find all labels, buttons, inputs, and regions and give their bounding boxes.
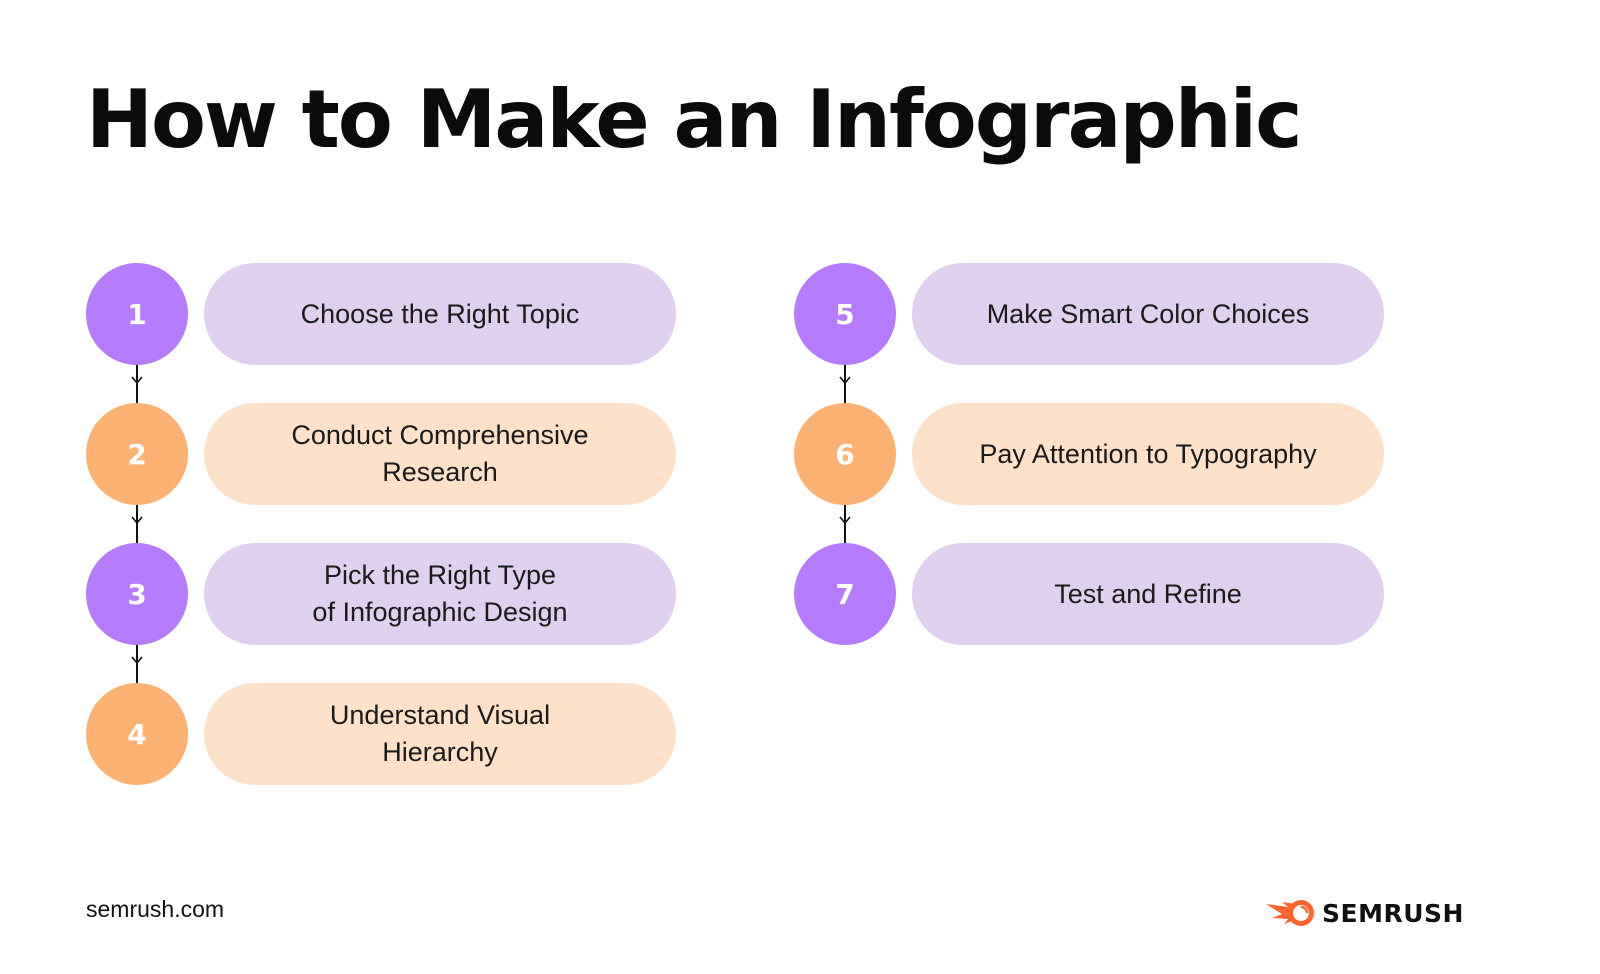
step-number-circle: 6 bbox=[794, 403, 896, 505]
arrow-down-icon bbox=[131, 516, 143, 525]
step-label-pill: Make Smart Color Choices bbox=[912, 263, 1384, 365]
footer-url: semrush.com bbox=[86, 896, 225, 922]
semrush-fireball-icon bbox=[1266, 900, 1314, 926]
arrow-down-icon bbox=[839, 376, 851, 385]
step-number-circle: 7 bbox=[794, 543, 896, 645]
arrow-down-icon bbox=[839, 516, 851, 525]
step-label-pill: Test and Refine bbox=[912, 543, 1384, 645]
step-label-pill: Understand Visual Hierarchy bbox=[204, 683, 676, 785]
arrow-down-icon bbox=[131, 376, 143, 385]
arrow-down-icon bbox=[131, 656, 143, 665]
step-number-circle: 3 bbox=[86, 543, 188, 645]
semrush-logo: SEMRUSH bbox=[1264, 896, 1464, 930]
step-number-circle: 5 bbox=[794, 263, 896, 365]
step-label-pill: Conduct Comprehensive Research bbox=[204, 403, 676, 505]
page-title: How to Make an Infographic bbox=[86, 73, 1303, 166]
step-number-circle: 4 bbox=[86, 683, 188, 785]
step-label-pill: Choose the Right Topic bbox=[204, 263, 676, 365]
step-label-pill: Pick the Right Type of Infographic Desig… bbox=[204, 543, 676, 645]
step-number-circle: 2 bbox=[86, 403, 188, 505]
logo-wordmark: SEMRUSH bbox=[1322, 898, 1464, 928]
step-number-circle: 1 bbox=[86, 263, 188, 365]
step-label-pill: Pay Attention to Typography bbox=[912, 403, 1384, 505]
